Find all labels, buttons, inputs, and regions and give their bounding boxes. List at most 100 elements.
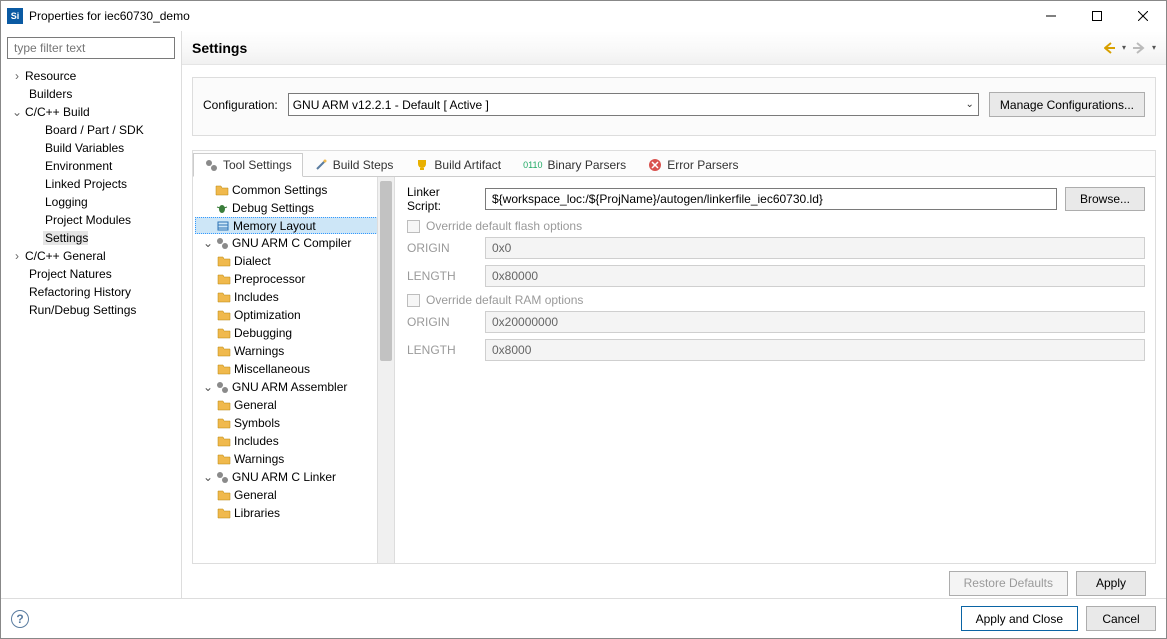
- nav-item-projmod[interactable]: Project Modules: [7, 211, 181, 229]
- nav-label: Logging: [43, 195, 88, 209]
- nav-label: Linked Projects: [43, 177, 127, 191]
- tree-item-warnings[interactable]: Warnings: [195, 342, 394, 360]
- nav-item-refactor[interactable]: Refactoring History: [7, 283, 181, 301]
- back-arrow-icon[interactable]: [1102, 41, 1116, 55]
- tree-item-preprocessor[interactable]: Preprocessor: [195, 270, 394, 288]
- tool-tree[interactable]: Common Settings Debug Settings Memory La…: [193, 177, 394, 563]
- nav-item-linked[interactable]: Linked Projects: [7, 175, 181, 193]
- tree-item-warnings-asm[interactable]: Warnings: [195, 450, 394, 468]
- titlebar-left: Si Properties for iec60730_demo: [7, 8, 190, 24]
- tree-item-optimization[interactable]: Optimization: [195, 306, 394, 324]
- nav-item-settings[interactable]: Settings: [7, 229, 181, 247]
- tree-label: GNU ARM C Linker: [232, 470, 336, 484]
- nav-label: Project Modules: [43, 213, 131, 227]
- forward-arrow-icon[interactable]: [1132, 41, 1146, 55]
- main-pane: Settings ▾ ▾ Configuration: GNU ARM v12.…: [181, 31, 1166, 598]
- tree-label: Includes: [234, 434, 279, 448]
- folder-icon: [217, 326, 231, 340]
- flash-length-input: 0x80000: [485, 265, 1145, 287]
- nav-label: Refactoring History: [27, 285, 131, 299]
- folder-icon: [217, 416, 231, 430]
- close-button[interactable]: [1120, 1, 1166, 31]
- manage-configurations-button[interactable]: Manage Configurations...: [989, 92, 1145, 117]
- filter-input[interactable]: [7, 37, 175, 59]
- tree-item-dialect[interactable]: Dialect: [195, 252, 394, 270]
- nav-item-board[interactable]: Board / Part / SDK: [7, 121, 181, 139]
- nav-label: Run/Debug Settings: [27, 303, 136, 317]
- tree-item-common-settings[interactable]: Common Settings: [195, 181, 394, 199]
- browse-button[interactable]: Browse...: [1065, 187, 1145, 211]
- tree-item-symbols[interactable]: Symbols: [195, 414, 394, 432]
- nav-item-logging[interactable]: Logging: [7, 193, 181, 211]
- nav-label: Settings: [43, 231, 88, 245]
- gears-icon: [215, 470, 229, 484]
- minimize-button[interactable]: [1028, 1, 1074, 31]
- scrollbar[interactable]: [377, 177, 394, 563]
- cancel-button[interactable]: Cancel: [1086, 606, 1156, 631]
- nav-label: Resource: [23, 69, 76, 83]
- tree-item-libraries[interactable]: Libraries: [195, 504, 394, 522]
- dropdown-caret-icon[interactable]: ▾: [1152, 43, 1156, 52]
- help-icon[interactable]: ?: [11, 610, 29, 628]
- binary-icon: 0110: [523, 160, 542, 170]
- nav-item-resource[interactable]: ›Resource: [7, 67, 181, 85]
- tree-label: Warnings: [234, 452, 284, 466]
- ram-length-input: 0x8000: [485, 339, 1145, 361]
- wand-icon: [314, 158, 328, 172]
- tab-build-steps[interactable]: Build Steps: [303, 152, 405, 176]
- folder-icon: [217, 452, 231, 466]
- maximize-button[interactable]: [1074, 1, 1120, 31]
- nav-item-rundebug[interactable]: Run/Debug Settings: [7, 301, 181, 319]
- tab-build-artifact[interactable]: Build Artifact: [404, 152, 512, 176]
- ram-origin-input: 0x20000000: [485, 311, 1145, 333]
- folder-icon: [217, 488, 231, 502]
- linker-script-label: Linker Script:: [407, 185, 477, 213]
- dialog-button-bar: ? Apply and Close Cancel: [1, 598, 1166, 638]
- nav-label: Builders: [27, 87, 72, 101]
- nav-label: Environment: [43, 159, 112, 173]
- tree-item-debugging[interactable]: Debugging: [195, 324, 394, 342]
- override-ram-label: Override default RAM options: [426, 293, 583, 307]
- nav-item-buildvars[interactable]: Build Variables: [7, 139, 181, 157]
- nav-item-projnatures[interactable]: Project Natures: [7, 265, 181, 283]
- tree-item-compiler[interactable]: ⌄GNU ARM C Compiler: [195, 234, 394, 252]
- tree-label: General: [234, 398, 277, 412]
- tree-item-miscellaneous[interactable]: Miscellaneous: [195, 360, 394, 378]
- tab-error-parsers[interactable]: Error Parsers: [637, 152, 749, 176]
- tree-item-general[interactable]: General: [195, 396, 394, 414]
- tree-item-debug-settings[interactable]: Debug Settings: [195, 199, 394, 217]
- tool-settings-body: Common Settings Debug Settings Memory La…: [193, 177, 1155, 563]
- trophy-icon: [415, 158, 429, 172]
- tools-icon: [204, 158, 218, 172]
- apply-button[interactable]: Apply: [1076, 571, 1146, 596]
- tree-label: Debug Settings: [232, 201, 314, 215]
- chevron-down-icon: ⌄: [201, 236, 215, 250]
- linker-script-input[interactable]: ${workspace_loc:/${ProjName}/autogen/lin…: [485, 188, 1057, 210]
- tree-item-includes[interactable]: Includes: [195, 288, 394, 306]
- nav-item-ccgeneral[interactable]: ›C/C++ General: [7, 247, 181, 265]
- tree-item-linker[interactable]: ⌄GNU ARM C Linker: [195, 468, 394, 486]
- apply-and-close-button[interactable]: Apply and Close: [961, 606, 1078, 631]
- scrollbar-thumb[interactable]: [380, 181, 392, 361]
- dropdown-caret-icon[interactable]: ▾: [1122, 43, 1126, 52]
- nav-item-builders[interactable]: Builders: [7, 85, 181, 103]
- tab-binary-parsers[interactable]: 0110 Binary Parsers: [512, 152, 637, 176]
- tree-item-general-linker[interactable]: General: [195, 486, 394, 504]
- nav-item-ccbuild[interactable]: ⌄C/C++ Build: [7, 103, 181, 121]
- folder-icon: [217, 254, 231, 268]
- tab-tool-settings[interactable]: Tool Settings: [193, 153, 303, 177]
- configuration-select[interactable]: GNU ARM v12.2.1 - Default [ Active ] ⌄: [288, 93, 979, 116]
- body: ›Resource Builders ⌄C/C++ Build Board / …: [1, 31, 1166, 598]
- nav-label: Build Variables: [43, 141, 124, 155]
- ram-origin-label: ORIGIN: [407, 315, 477, 329]
- restore-defaults-button[interactable]: Restore Defaults: [949, 571, 1068, 596]
- tree-label: GNU ARM Assembler: [232, 380, 347, 394]
- tree-item-includes-asm[interactable]: Includes: [195, 432, 394, 450]
- folder-icon: [217, 362, 231, 376]
- chevron-right-icon: ›: [11, 249, 23, 263]
- tree-label: Preprocessor: [234, 272, 305, 286]
- nav-item-environment[interactable]: Environment: [7, 157, 181, 175]
- nav-label: Project Natures: [27, 267, 112, 281]
- tree-item-memory-layout[interactable]: Memory Layout: [195, 217, 394, 234]
- tree-item-assembler[interactable]: ⌄GNU ARM Assembler: [195, 378, 394, 396]
